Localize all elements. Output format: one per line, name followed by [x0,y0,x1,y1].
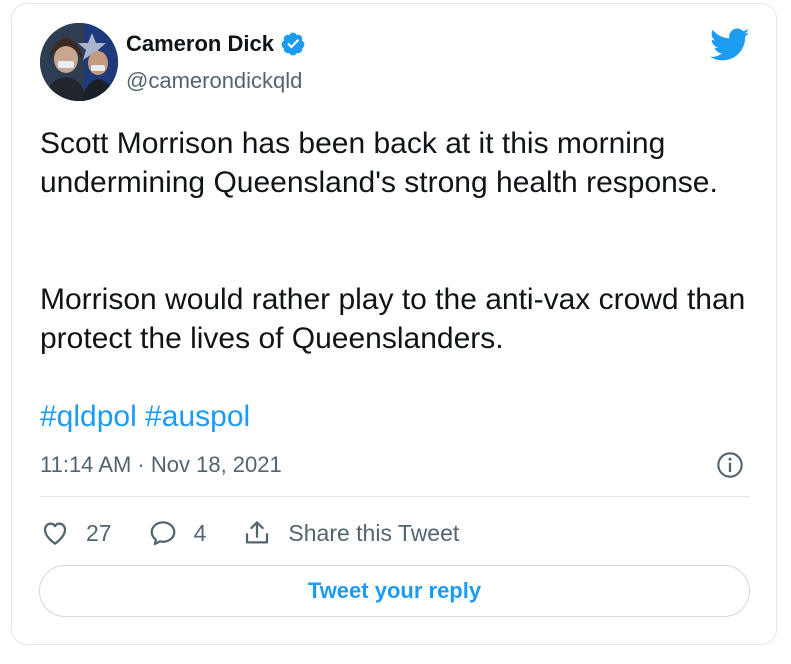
share-upload-icon [246,521,269,544]
avatar[interactable] [40,23,118,101]
tweet-paragraph-1: Scott Morrison has been back at it this … [40,127,718,199]
hashtag-auspol[interactable]: #auspol [145,400,250,433]
tweet-text: Scott Morrison has been back at it this … [40,124,750,202]
author-handle[interactable]: @camerondickqld [126,68,302,94]
hashtags: #qldpol #auspol [40,397,250,436]
author-name-row[interactable]: Cameron Dick [126,31,306,57]
like-button[interactable]: 27 [40,518,112,548]
author-name[interactable]: Cameron Dick [126,31,274,57]
hashtag-qldpol[interactable]: #qldpol [40,400,137,433]
share-label: Share this Tweet [288,519,460,546]
reply-count-button[interactable]: 4 [148,518,207,548]
verified-badge-icon [281,32,305,56]
tweet-timestamp[interactable]: 11:14 AM · Nov 18, 2021 [40,452,282,478]
share-button[interactable]: Share this Tweet [242,518,459,548]
divider [40,496,750,497]
info-icon[interactable] [716,451,744,479]
reply-count: 4 [193,519,207,546]
twitter-bird-icon[interactable] [710,28,750,62]
action-bar: 27 4 Share this Tweet [40,515,495,551]
reply-bubble-icon [150,521,175,546]
like-count: 27 [86,519,112,546]
heart-icon [43,522,67,545]
profile-photo-icon [40,23,118,101]
tweet-reply-button[interactable]: Tweet your reply [39,565,750,617]
tweet-paragraph-2: Morrison would rather play to the anti-v… [40,283,746,355]
